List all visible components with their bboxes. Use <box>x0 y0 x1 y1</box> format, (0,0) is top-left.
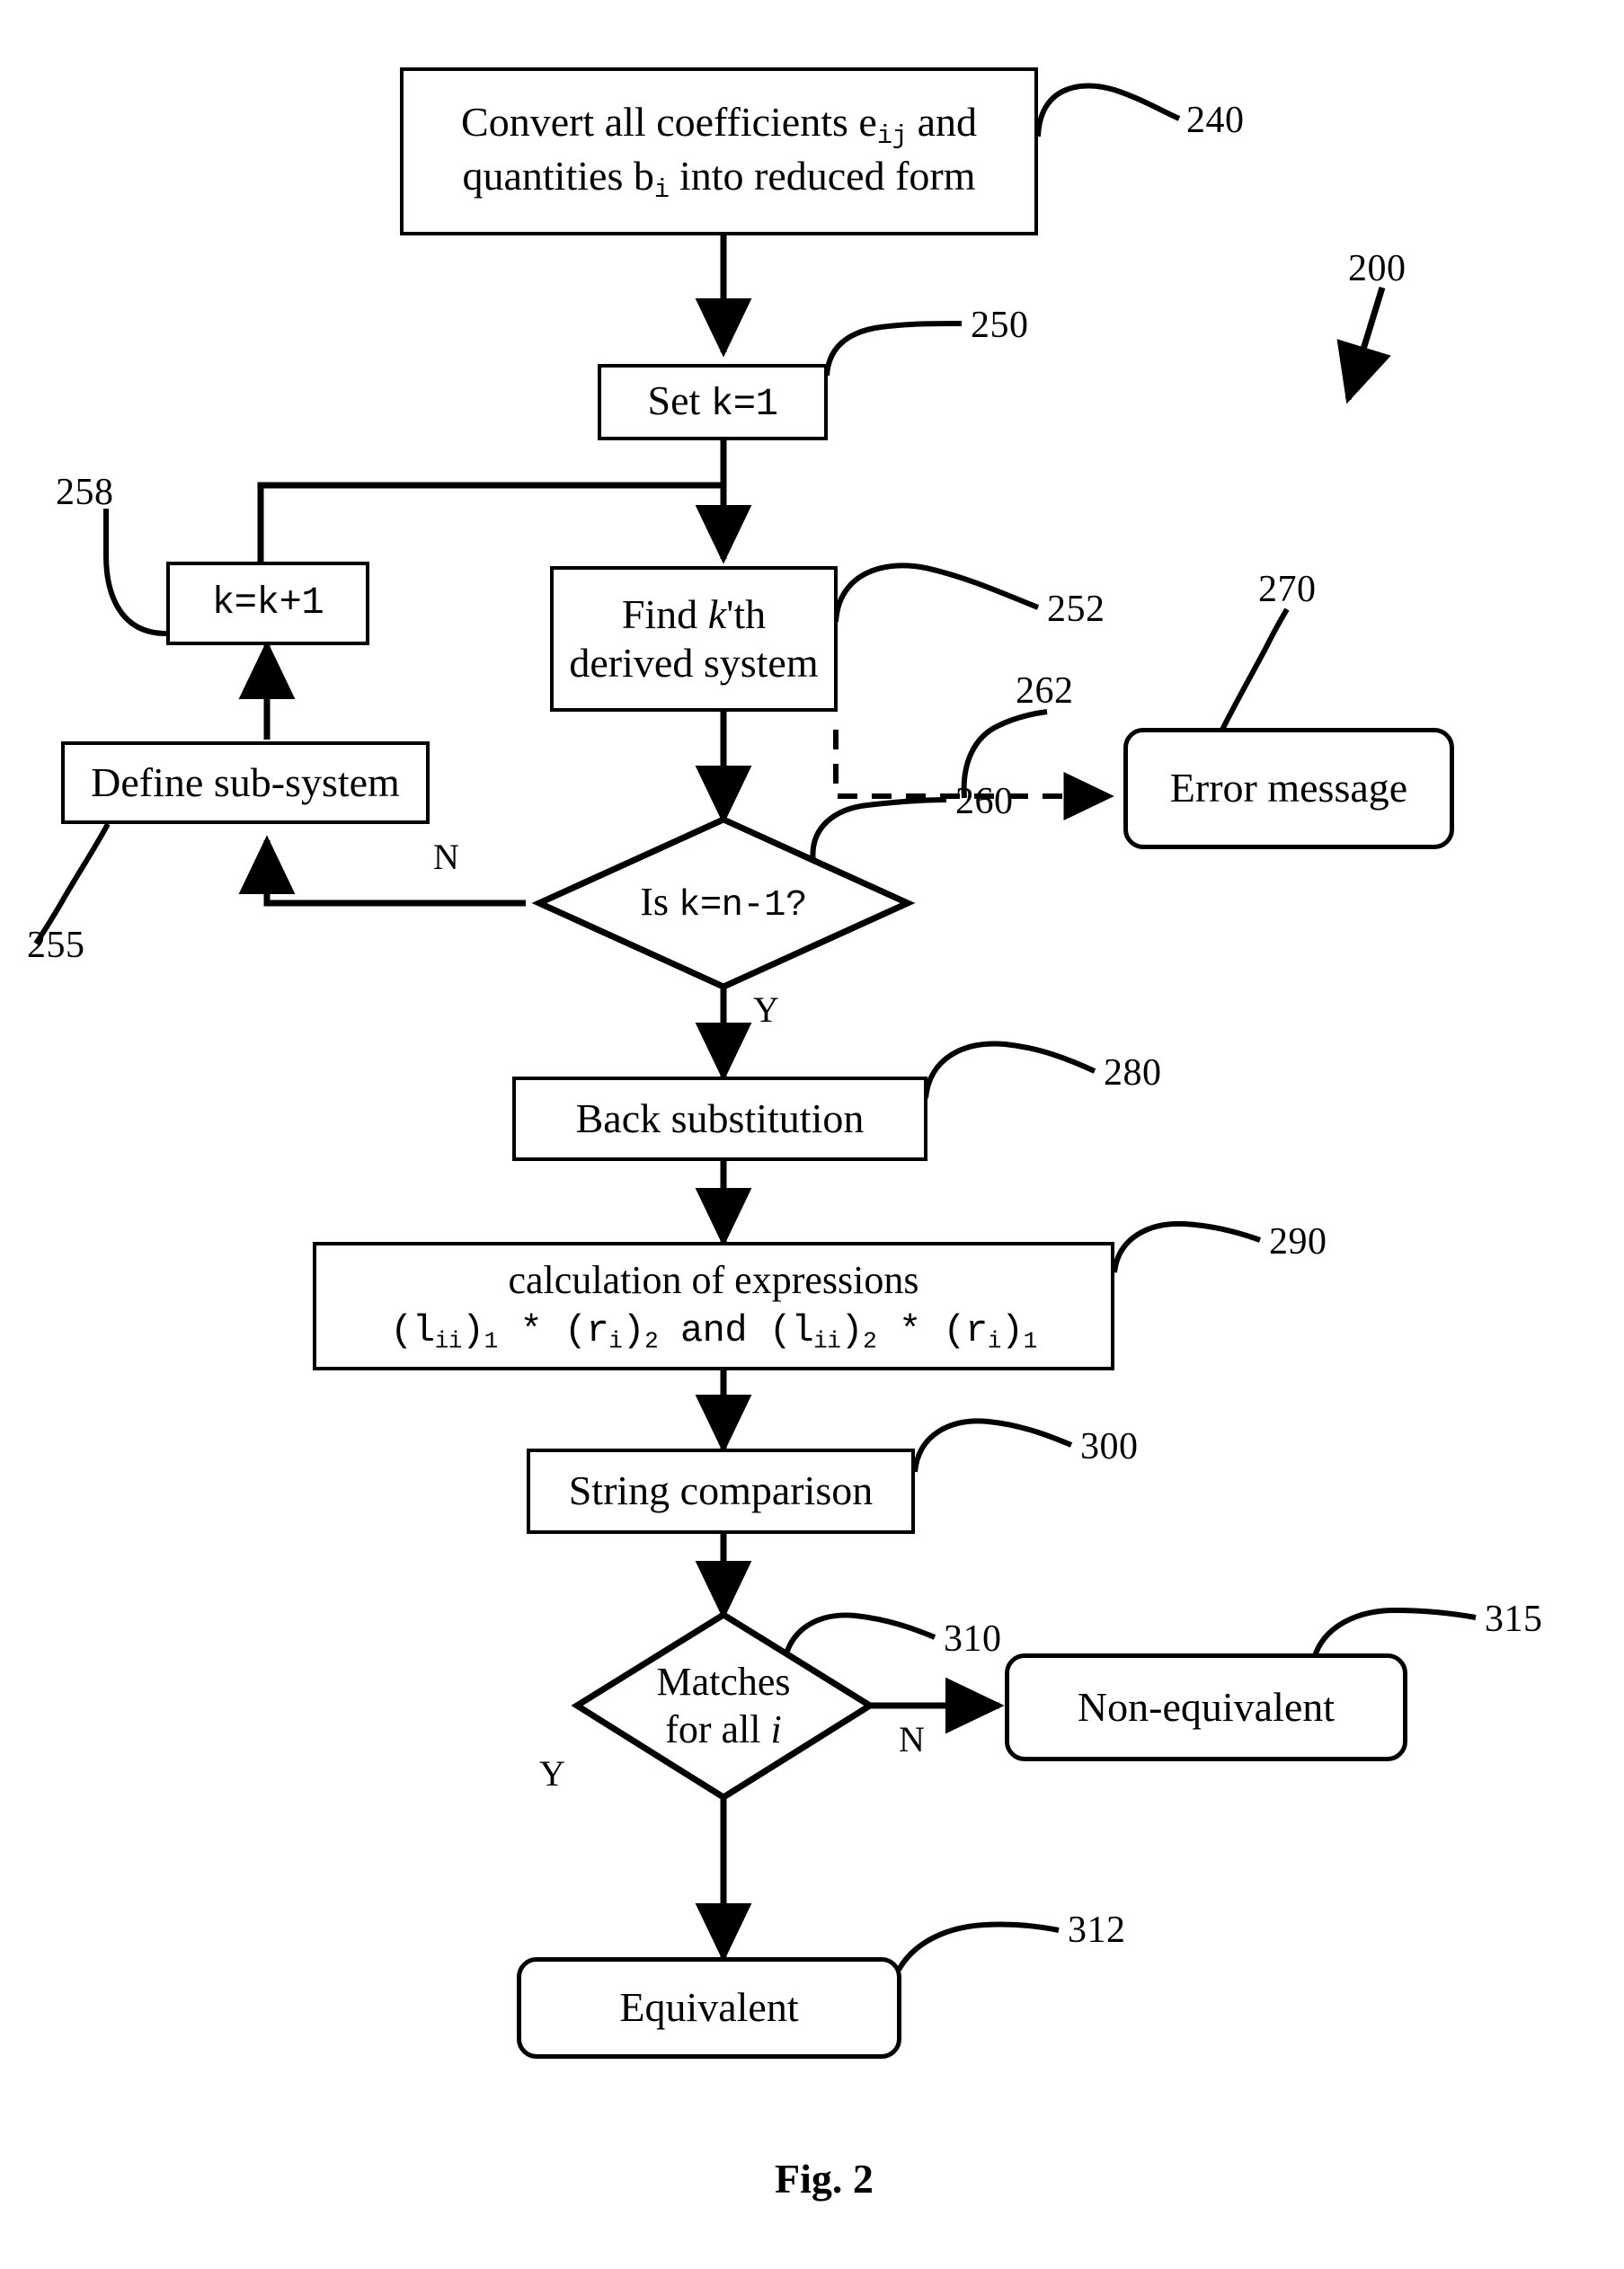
process-string-comparison[interactable]: String comparison <box>527 1449 915 1534</box>
subscript-ij: ij <box>876 120 908 151</box>
mono-run: k=1 <box>710 383 778 427</box>
leader-312 <box>896 1921 1060 1972</box>
process-define-sub-system-label: Define sub-system <box>91 758 400 805</box>
expr-part: and (l <box>658 1308 814 1352</box>
expr-sub: ii <box>813 1327 841 1355</box>
mono-run: k=n-1? <box>679 884 807 926</box>
expr-part: ) <box>1000 1308 1024 1352</box>
ref-numeral-290: 290 <box>1269 1221 1327 1263</box>
decision-310-label: Matches for all i <box>656 1659 790 1754</box>
terminal-equivalent[interactable]: Equivalent <box>517 1957 901 2059</box>
text-run: quantities b <box>462 152 654 199</box>
branch-label-Y-310: Y <box>539 1753 565 1794</box>
expr-part: (l <box>390 1308 435 1352</box>
process-find-kth-line2: derived system <box>569 640 819 686</box>
subscript-i: i <box>653 174 670 205</box>
leader-300 <box>912 1418 1073 1473</box>
ref-numeral-240: 240 <box>1186 100 1245 141</box>
text-run: Is <box>640 879 679 924</box>
process-calculation-line1: calculation of expressions <box>508 1258 919 1303</box>
terminal-equivalent-label: Equivalent <box>619 1984 799 2031</box>
italic-k: k <box>707 590 727 637</box>
branch-label-N-310: N <box>899 1719 925 1759</box>
process-find-kth-derived-system[interactable]: Find k'th derived system <box>550 566 838 712</box>
terminal-error-message-label: Error message <box>1169 765 1408 811</box>
decision-310-line2: for all i <box>656 1706 790 1754</box>
terminal-non-equivalent-label: Non-equivalent <box>1077 1683 1336 1730</box>
leader-270 <box>1220 607 1290 731</box>
process-convert-coefficients-line1: Convert all coefficients eij and <box>461 98 977 152</box>
decision-310-line1: Matches <box>656 1659 791 1704</box>
ref-numeral-260: 260 <box>955 781 1014 822</box>
expr-part: ) <box>622 1308 645 1352</box>
expr-sub: 1 <box>484 1327 499 1355</box>
decision-matches-for-all-i[interactable]: Matches for all i <box>577 1615 870 1797</box>
terminal-error-message[interactable]: Error message <box>1123 728 1454 849</box>
expr-sub: 1 <box>1023 1327 1038 1355</box>
process-increment-k[interactable]: k=k+1 <box>166 562 369 645</box>
leader-250 <box>824 321 963 377</box>
expr-sub: i <box>987 1327 1002 1355</box>
leader-200-arrow <box>1336 286 1391 404</box>
expr-part: * (r <box>876 1308 988 1352</box>
ref-numeral-310: 310 <box>944 1618 1002 1660</box>
process-increment-k-label: k=k+1 <box>211 581 324 625</box>
expr-sub: ii <box>434 1327 463 1355</box>
ref-numeral-252: 252 <box>1047 589 1105 630</box>
process-back-substitution-label: Back substitution <box>575 1095 865 1141</box>
text-run: for all <box>665 1706 771 1751</box>
ref-numeral-315: 315 <box>1485 1599 1543 1640</box>
text-run: 'th <box>726 590 767 637</box>
expr-part: * (r <box>497 1308 609 1352</box>
process-string-comparison-label: String comparison <box>568 1467 874 1514</box>
process-convert-coefficients[interactable]: Convert all coefficients eij and quantit… <box>400 67 1038 235</box>
branch-label-N-260: N <box>433 837 459 877</box>
process-find-kth-line1: Find k'th <box>622 590 766 639</box>
ref-numeral-258: 258 <box>56 472 114 513</box>
text-run: Set <box>647 377 711 424</box>
terminal-non-equivalent[interactable]: Non-equivalent <box>1005 1653 1407 1761</box>
ref-numeral-270: 270 <box>1258 569 1317 610</box>
process-convert-coefficients-line2: quantities bi into reduced form <box>462 152 975 206</box>
ref-numeral-250: 250 <box>971 305 1029 346</box>
process-calculation-line2: (lii)1 * (ri)2 and (lii)2 * (ri)1 <box>390 1309 1037 1355</box>
leader-280 <box>923 1041 1096 1099</box>
expr-sub: i <box>608 1327 623 1355</box>
ref-numeral-262: 262 <box>1016 670 1074 712</box>
leader-240 <box>1035 83 1181 137</box>
edge-258-to-252-loop <box>257 482 723 562</box>
branch-label-Y-260: Y <box>753 989 779 1030</box>
text-run: and <box>907 98 977 145</box>
leader-258 <box>103 509 167 636</box>
process-set-k-1[interactable]: Set k=1 <box>598 364 828 440</box>
figure-caption: Fig. 2 <box>775 2156 874 2202</box>
italic-i: i <box>770 1706 782 1751</box>
expr-sub: 2 <box>863 1327 877 1355</box>
process-set-k-1-label: Set k=1 <box>648 377 778 428</box>
process-define-sub-system[interactable]: Define sub-system <box>61 741 430 824</box>
leader-252 <box>833 563 1040 623</box>
process-calculation-of-expressions[interactable]: calculation of expressions (lii)1 * (ri)… <box>313 1242 1114 1370</box>
ref-numeral-312: 312 <box>1068 1910 1126 1951</box>
leader-315 <box>1311 1607 1477 1660</box>
text-run: Find <box>621 590 708 637</box>
process-back-substitution[interactable]: Back substitution <box>512 1077 927 1161</box>
ref-numeral-280: 280 <box>1104 1052 1162 1094</box>
expr-part: ) <box>840 1308 864 1352</box>
text-run: Convert all coefficients e <box>461 98 877 145</box>
leader-290 <box>1112 1220 1262 1273</box>
ref-numeral-200: 200 <box>1348 248 1407 289</box>
decision-is-k-equals-n-minus-1[interactable]: Is k=n-1? <box>539 820 908 987</box>
expr-sub: 2 <box>644 1327 659 1355</box>
ref-numeral-255: 255 <box>27 925 85 966</box>
ref-numeral-300: 300 <box>1080 1426 1139 1467</box>
expr-part: ) <box>461 1308 484 1352</box>
patent-figure-page: Convert all coefficients eij and quantit… <box>0 0 1624 2269</box>
text-run: into reduced form <box>669 152 976 199</box>
decision-260-label: Is k=n-1? <box>640 879 807 928</box>
edge-260-N-to-255 <box>238 835 526 907</box>
